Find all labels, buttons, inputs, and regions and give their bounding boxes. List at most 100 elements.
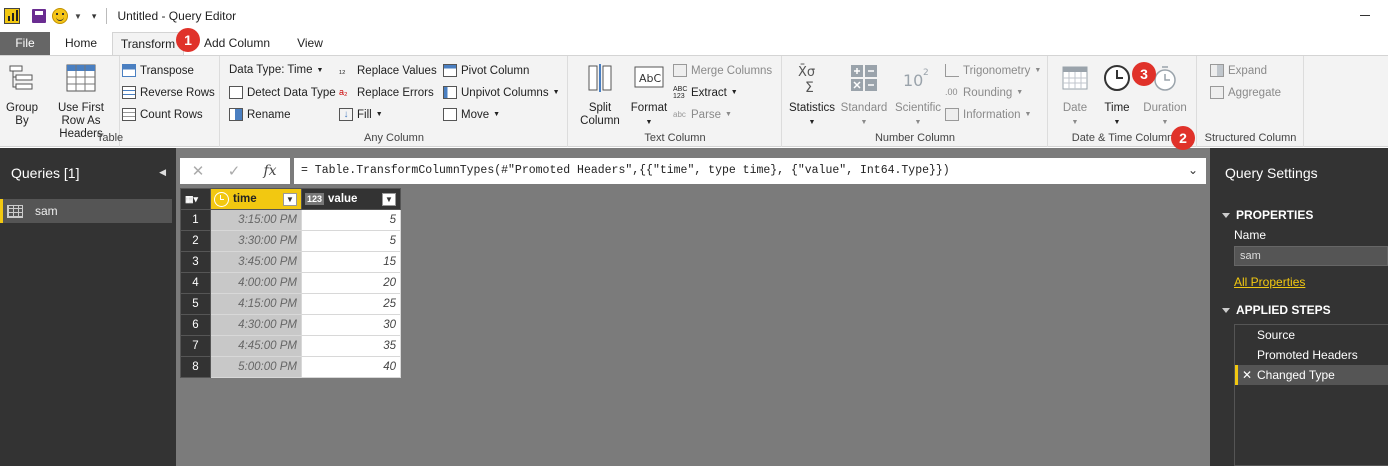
time-cell[interactable]: 3:30:00 PM <box>210 230 302 252</box>
smiley-feedback-icon[interactable] <box>52 8 68 24</box>
detect-type-icon <box>229 86 243 99</box>
fx-icon[interactable]: fx <box>252 163 288 179</box>
svg-text:10: 10 <box>903 71 923 90</box>
time-cell[interactable]: 3:45:00 PM <box>210 251 302 273</box>
column-header-time[interactable]: time ▼ <box>210 188 302 210</box>
move-button[interactable]: Move ▼ <box>443 108 500 121</box>
chevron-down-icon[interactable]: ⌄ <box>1188 158 1198 184</box>
filter-dropdown-icon[interactable]: ▼ <box>283 192 297 206</box>
pivot-icon <box>443 64 457 77</box>
value-cell[interactable]: 20 <box>301 272 401 294</box>
time-cell[interactable]: 4:45:00 PM <box>210 335 302 357</box>
step-source[interactable]: Source <box>1235 325 1388 345</box>
customize-toolbar-icon[interactable]: ▾ <box>92 11 97 22</box>
column-name: value <box>328 193 358 205</box>
table-menu-corner[interactable]: ▦▾ <box>180 188 211 210</box>
filter-dropdown-icon[interactable]: ▼ <box>382 192 396 206</box>
value-cell[interactable]: 15 <box>301 251 401 273</box>
replace-values-icon: ₁₂ <box>339 65 346 75</box>
split-column-button[interactable]: Split Column <box>573 62 627 128</box>
chevron-down-icon: ▼ <box>725 111 732 118</box>
delete-step-icon[interactable]: ✕ <box>1242 365 1252 385</box>
power-bi-icon <box>4 8 20 24</box>
formula-input[interactable]: = Table.TransformColumnTypes(#"Promoted … <box>294 158 1206 184</box>
queries-pane: Queries [1] ◀ sam <box>0 148 176 466</box>
format-button[interactable]: AbC Format ▼ <box>627 62 671 129</box>
value-cell[interactable]: 5 <box>301 230 401 252</box>
queries-title: Queries [1] <box>11 165 80 181</box>
statistics-button[interactable]: X̄σ Σ Statistics ▼ <box>787 62 837 129</box>
rounding-icon: .00 <box>945 87 958 97</box>
query-item-sam[interactable]: sam <box>0 199 172 223</box>
time-button[interactable]: Time ▼ <box>1097 62 1137 129</box>
tab-home[interactable]: Home <box>56 32 106 55</box>
replace-values-button[interactable]: ₁₂ Replace Values <box>339 64 437 77</box>
aggregate-button[interactable]: Aggregate <box>1210 86 1281 99</box>
column-header-value[interactable]: 123 value ▼ <box>301 188 401 210</box>
data-type-dropdown[interactable]: Data Type: Time ▼ <box>229 64 323 76</box>
callout-badge-3: 3 <box>1132 62 1156 86</box>
tab-transform[interactable]: Transform <box>112 32 184 56</box>
time-cell[interactable]: 4:00:00 PM <box>210 272 302 294</box>
value-cell[interactable]: 30 <box>301 314 401 336</box>
clock-icon[interactable] <box>214 191 229 207</box>
minimize-icon[interactable] <box>1360 15 1370 16</box>
collapse-left-icon[interactable]: ◀ <box>159 167 166 178</box>
properties-header[interactable]: PROPERTIES <box>1222 208 1313 222</box>
fill-button[interactable]: ↓ Fill ▼ <box>339 108 383 121</box>
tab-file[interactable]: File <box>0 32 50 55</box>
value-cell[interactable]: 5 <box>301 209 401 231</box>
extract-button[interactable]: ABC 123 Extract ▼ <box>673 86 738 100</box>
query-name-input[interactable]: sam <box>1234 246 1388 266</box>
parse-button[interactable]: abc Parse ▼ <box>673 108 732 121</box>
time-cell[interactable]: 4:15:00 PM <box>210 293 302 315</box>
tab-add-column[interactable]: Add Column <box>194 32 280 55</box>
parse-label: Parse <box>691 108 722 121</box>
step-changed-type[interactable]: ✕ Changed Type <box>1235 365 1388 385</box>
applied-steps-header[interactable]: APPLIED STEPS <box>1222 303 1331 317</box>
applied-steps-list: Source Promoted Headers ✕ Changed Type <box>1234 324 1388 466</box>
rename-button[interactable]: Rename <box>229 108 290 121</box>
time-cell[interactable]: 3:15:00 PM <box>210 209 302 231</box>
date-button[interactable]: Date ▼ <box>1055 62 1095 129</box>
use-first-row-button[interactable]: Use First Row As Headers <box>44 62 118 141</box>
any-column-group: Data Type: Time ▼ Detect Data Type Rename… <box>221 56 568 147</box>
expand-label: Expand <box>1228 64 1268 77</box>
tab-view[interactable]: View <box>288 32 332 55</box>
unpivot-columns-button[interactable]: Unpivot Columns ▼ <box>443 86 560 99</box>
replace-errors-button[interactable]: a₂ Replace Errors <box>339 86 434 99</box>
date-label: Date <box>1062 102 1088 114</box>
group-by-button[interactable]: Group By <box>2 62 42 128</box>
commit-icon[interactable]: ✓ <box>216 162 252 180</box>
time-cell[interactable]: 4:30:00 PM <box>210 314 302 336</box>
value-cell[interactable]: 35 <box>301 335 401 357</box>
chevron-down-icon[interactable]: ▼ <box>74 12 82 21</box>
table-group: Group By Use First Row As Headers Transp… <box>0 56 215 147</box>
standard-operations-icon <box>851 65 877 91</box>
value-cell[interactable]: 40 <box>301 356 401 378</box>
detect-data-type-button[interactable]: Detect Data Type <box>229 86 336 99</box>
trigonometry-button[interactable]: Trigonometry ▼ <box>945 64 1041 77</box>
callout-badge-2: 2 <box>1171 126 1195 150</box>
aggregate-icon <box>1210 86 1224 99</box>
table-group-end <box>120 56 220 147</box>
collapse-triangle-icon <box>1222 307 1230 313</box>
information-button[interactable]: Information ▼ <box>945 108 1031 121</box>
rounding-button[interactable]: .00 Rounding ▼ <box>945 86 1023 99</box>
save-icon[interactable] <box>32 9 46 23</box>
expand-button[interactable]: Expand <box>1210 64 1267 77</box>
scientific-button[interactable]: 10 2 Scientific ▼ <box>891 62 945 129</box>
pivot-column-button[interactable]: Pivot Column <box>443 64 529 77</box>
calendar-icon <box>1062 66 1088 90</box>
whole-number-type-icon[interactable]: 123 <box>305 193 325 205</box>
time-cell[interactable]: 5:00:00 PM <box>210 356 302 378</box>
cancel-icon[interactable]: ✕ <box>180 162 216 180</box>
replace-values-label: Replace Values <box>357 64 437 77</box>
all-properties-link[interactable]: All Properties <box>1234 275 1305 289</box>
format-label: Format <box>630 102 668 114</box>
standard-button[interactable]: Standard ▼ <box>837 62 891 129</box>
step-promoted-headers[interactable]: Promoted Headers <box>1235 345 1388 365</box>
value-cell[interactable]: 25 <box>301 293 401 315</box>
rename-label: Rename <box>247 108 291 121</box>
merge-columns-button[interactable]: Merge Columns <box>673 64 772 77</box>
